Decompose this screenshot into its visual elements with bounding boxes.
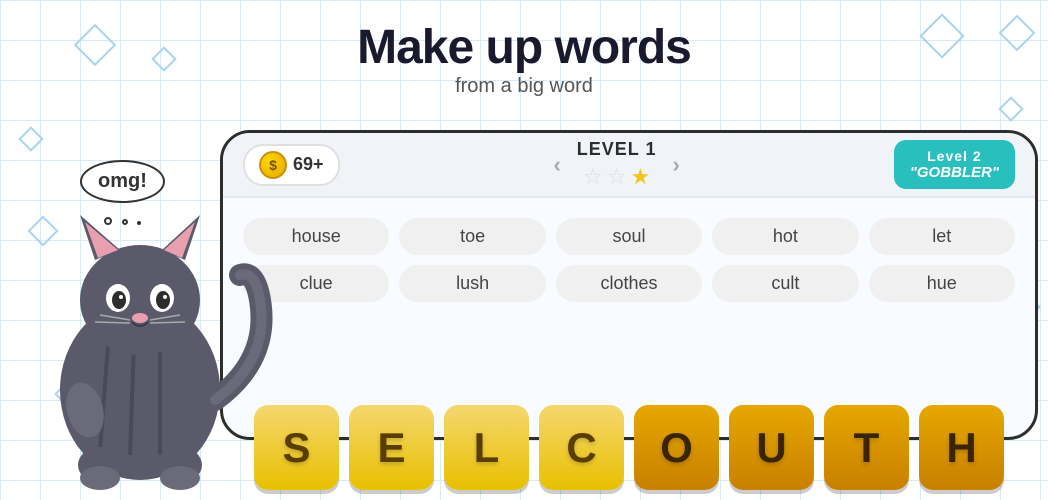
tile-H[interactable]: H (919, 405, 1004, 490)
tile-C[interactable]: C (539, 405, 624, 490)
tiles-row: S E L C O U T H (220, 395, 1038, 500)
bubble-dots (102, 208, 143, 231)
bubble-dot-md (122, 219, 128, 225)
next-level-label: Level 2 (910, 148, 999, 164)
star-2: ☆ (607, 164, 627, 190)
speech-bubble: omg! (80, 160, 165, 203)
word-cell-cult[interactable]: cult (712, 265, 858, 302)
word-cell-hue[interactable]: hue (869, 265, 1015, 302)
tile-U[interactable]: U (729, 405, 814, 490)
star-1: ☆ (583, 164, 603, 190)
tile-T[interactable]: T (824, 405, 909, 490)
bubble-dot-sm (137, 221, 141, 225)
main-title: Make up words (0, 20, 1048, 75)
tile-O[interactable]: O (634, 405, 719, 490)
next-level-name: "GOBBLER" (910, 164, 999, 181)
word-cell-lush[interactable]: lush (399, 265, 545, 302)
header: Make up words from a big word (0, 20, 1048, 98)
word-cell-hot[interactable]: hot (712, 218, 858, 255)
word-cell-soul[interactable]: soul (556, 218, 702, 255)
level-label: LEVEL 1 (577, 139, 657, 160)
level-info: LEVEL 1 ☆ ☆ ★ (577, 139, 657, 190)
game-area: $ 69+ ‹ LEVEL 1 ☆ ☆ ★ › Level 2 "GOBBLER… (220, 130, 1038, 440)
bubble-dot-lg (104, 217, 112, 225)
word-cell-let[interactable]: let (869, 218, 1015, 255)
word-grid: house toe soul hot let clue lush clothes… (223, 198, 1035, 322)
level-navigation: ‹ LEVEL 1 ☆ ☆ ★ › (553, 139, 679, 190)
word-cell-clothes[interactable]: clothes (556, 265, 702, 302)
game-topbar: $ 69+ ‹ LEVEL 1 ☆ ☆ ★ › Level 2 "GOBBLER… (223, 133, 1035, 198)
stars-row: ☆ ☆ ★ (583, 164, 650, 190)
tile-S[interactable]: S (254, 405, 339, 490)
tile-E[interactable]: E (349, 405, 434, 490)
tile-L[interactable]: L (444, 405, 529, 490)
speech-text: omg! (98, 170, 147, 192)
main-subtitle: from a big word (0, 75, 1048, 98)
next-level-badge[interactable]: Level 2 "GOBBLER" (894, 140, 1015, 189)
star-3: ★ (631, 164, 651, 190)
word-cell-toe[interactable]: toe (399, 218, 545, 255)
next-level-button[interactable]: › (673, 152, 680, 178)
prev-level-button[interactable]: ‹ (553, 152, 560, 178)
